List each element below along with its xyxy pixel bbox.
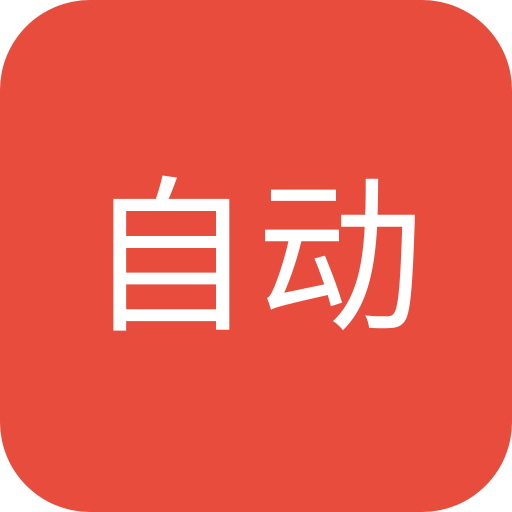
app-icon[interactable]: 自动 [0, 0, 512, 512]
app-icon-label: 自动 [86, 161, 426, 357]
